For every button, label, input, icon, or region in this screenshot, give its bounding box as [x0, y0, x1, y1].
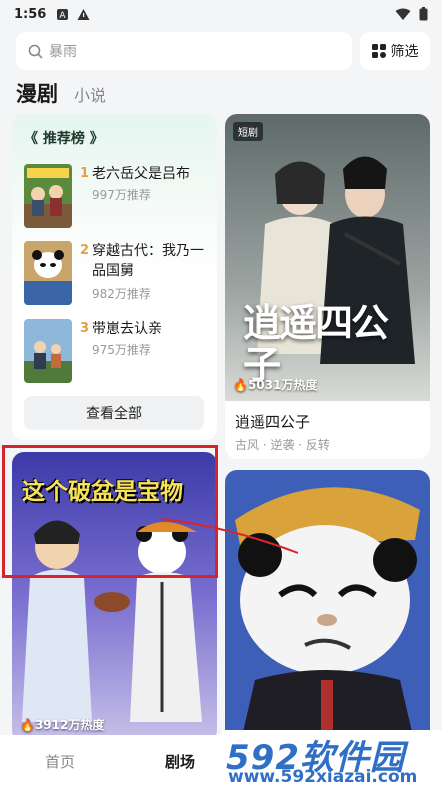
ranking-name: 老六岳父是吕布: [92, 166, 190, 182]
drama-tags: 古风 · 逆袭 · 反转: [235, 438, 330, 452]
short-drama-badge: 短剧: [233, 122, 263, 141]
watermark-url: www.592xiazai.com: [228, 767, 418, 787]
heat-value: 5031万热度: [247, 378, 318, 392]
ranking-number: 3: [80, 321, 90, 336]
watermark: 592软件园 www.592xiazai.com: [222, 730, 442, 787]
ranking-recommend-count: 997万推荐: [92, 188, 151, 202]
ranking-name: 带崽去认亲: [92, 321, 162, 337]
ranking-thumbnail: [24, 164, 72, 228]
heat-count: 🔥3912万热度: [20, 716, 104, 733]
status-time: 1:56: [14, 6, 47, 22]
ranking-thumbnail: [24, 319, 72, 383]
battery-icon: [419, 7, 428, 21]
nav-home[interactable]: 首页: [0, 751, 120, 772]
drama-title: 逍遥四公子: [235, 413, 311, 431]
heat-count: 🔥5031万热度: [233, 376, 317, 393]
app-notification-icon: A: [57, 8, 69, 21]
fire-icon: 🔥: [233, 378, 248, 392]
tab-manju[interactable]: 漫剧: [16, 78, 58, 108]
ranking-recommend-count: 982万推荐: [92, 287, 151, 301]
ranking-title: 《 推荐榜 》: [24, 131, 104, 147]
ranking-item[interactable]: 2 穿越古代：我乃一品国舅 982万推荐: [24, 241, 209, 307]
drama-card[interactable]: 短剧 逍遥四公子 🔥5031万热度 逍遥四公子 古风 · 逆袭 · 反转: [225, 114, 430, 459]
fire-icon: 🔥: [20, 718, 35, 732]
grid-icon: [371, 44, 386, 58]
search-input[interactable]: 暴雨: [16, 32, 352, 70]
poster-title-art: 逍遥四公子: [243, 300, 389, 387]
ranking-recommend-count: 975万推荐: [92, 343, 151, 357]
ranking-name: 穿越古代：我乃一品国舅: [92, 243, 204, 279]
ranking-card: 《 推荐榜 》 1 老六岳父是吕布 997万推荐 2 穿越古代：我乃一品国舅 9…: [12, 114, 217, 440]
search-icon: [28, 44, 43, 59]
search-row: 暴雨 筛选: [16, 32, 430, 70]
heat-value: 3912万热度: [34, 718, 105, 732]
filter-label: 筛选: [390, 44, 419, 60]
view-all-button[interactable]: 查看全部: [24, 396, 204, 430]
content-tabs: 漫剧 小说: [16, 78, 106, 108]
app-screen: 1:56 A 暴雨 筛选 漫剧 小说 《 推荐榜 》 1 老六岳父是吕布 997…: [0, 0, 442, 787]
svg-text:A: A: [60, 11, 67, 21]
ranking-item[interactable]: 3 带崽去认亲 975万推荐: [24, 319, 209, 385]
search-placeholder: 暴雨: [49, 44, 77, 60]
ranking-thumbnail: [24, 241, 72, 305]
filter-button[interactable]: 筛选: [360, 32, 430, 70]
status-bar: 1:56 A: [0, 0, 442, 28]
annotation-line: [161, 518, 299, 554]
ranking-number: 2: [80, 243, 90, 258]
wifi-icon: [395, 8, 411, 20]
ranking-number: 1: [80, 166, 90, 181]
ranking-item[interactable]: 1 老六岳父是吕布 997万推荐: [24, 164, 209, 230]
tab-novel[interactable]: 小说: [74, 82, 106, 106]
warning-icon: [77, 8, 90, 20]
